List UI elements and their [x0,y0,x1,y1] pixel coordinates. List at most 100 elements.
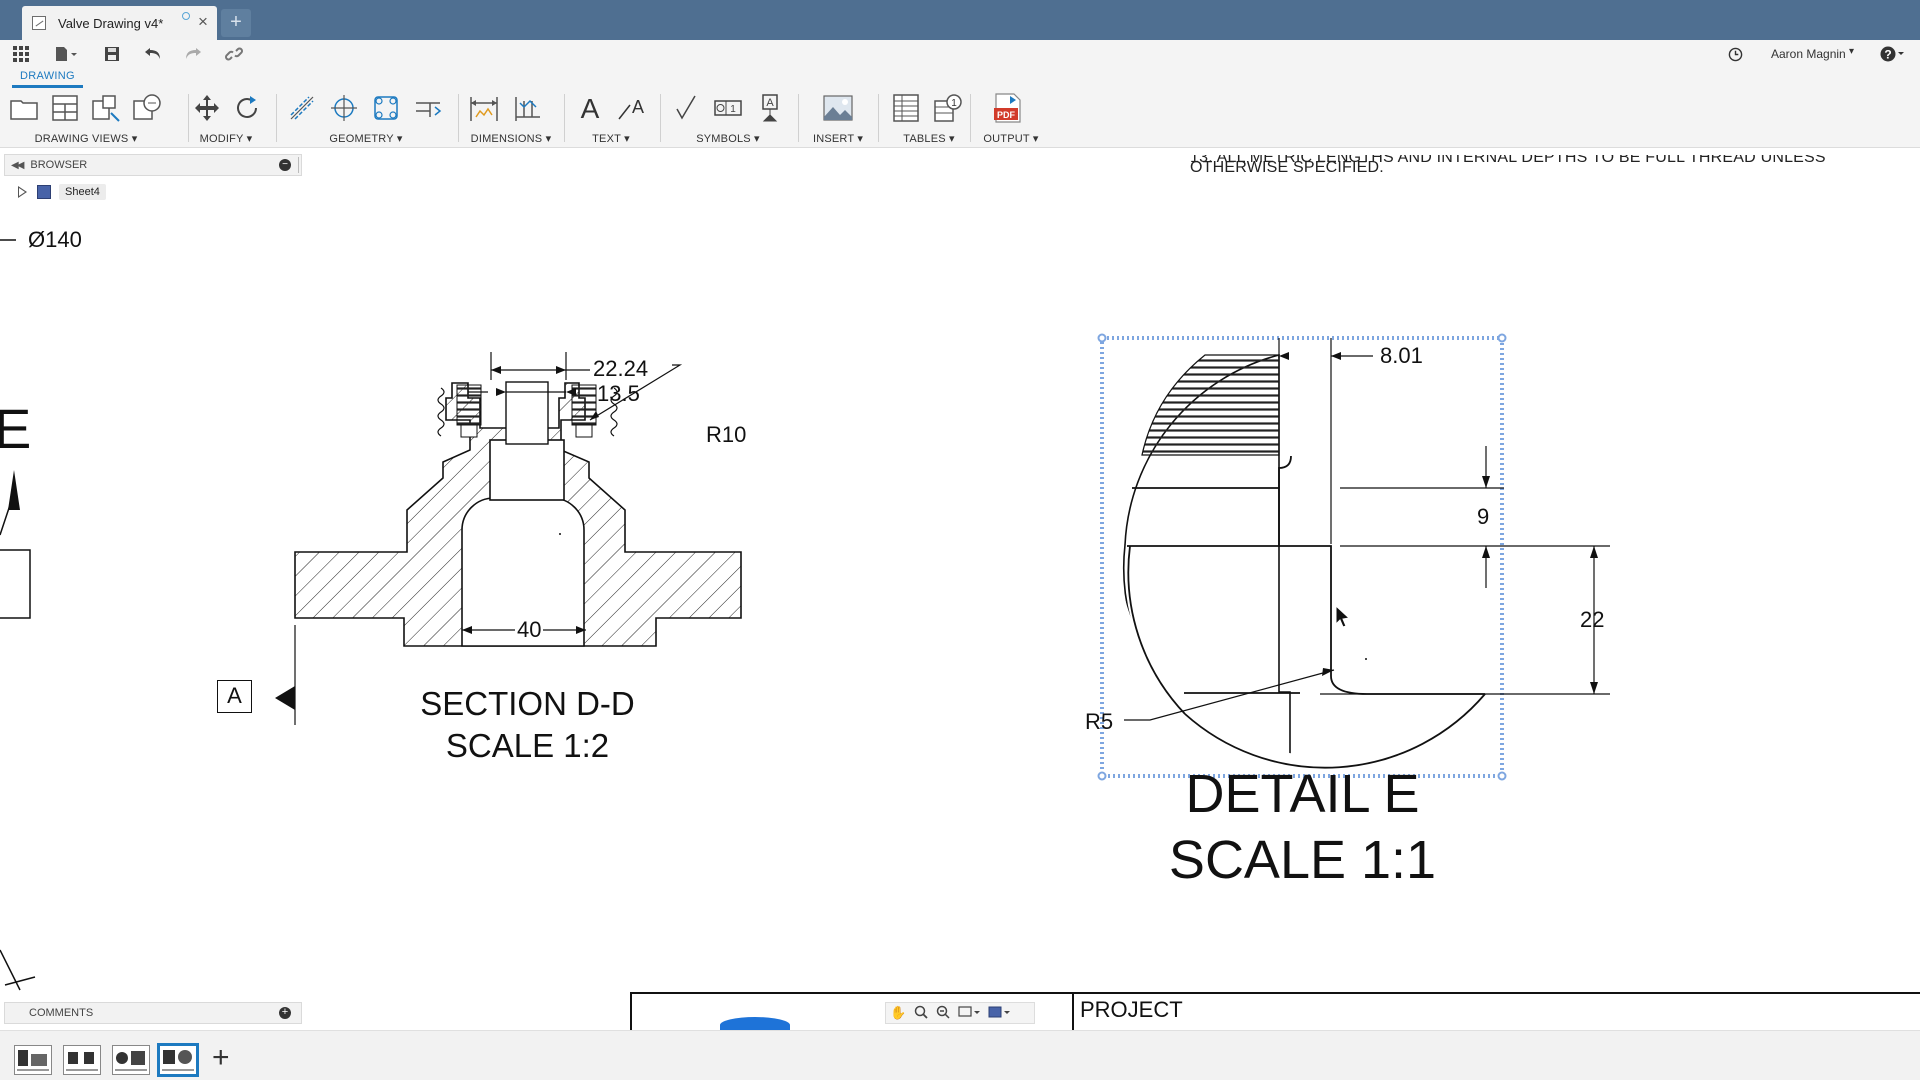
ribbon-separator [276,94,277,142]
datum-identifier-icon[interactable]: A [752,90,788,126]
svg-text:A: A [632,97,644,117]
balloon-table-icon[interactable]: 1 [930,90,966,126]
center-mark-pattern-icon[interactable] [368,90,404,126]
detail-view-icon[interactable] [131,90,167,126]
panel-resize-handle[interactable] [298,157,301,173]
add-comment-icon[interactable]: + [279,1007,291,1019]
modify-menu[interactable]: MODIFY ▾ [188,132,264,145]
dimension-9[interactable]: 9 [1477,504,1489,530]
section-view-icon[interactable] [89,90,125,126]
text-icon[interactable]: A [572,90,608,126]
dimension-40[interactable]: 40 [515,617,544,643]
symbols-menu[interactable]: SYMBOLS ▾ [668,132,788,145]
dimensions-menu[interactable]: DIMENSIONS ▾ [466,132,556,145]
insert-image-icon[interactable] [820,90,856,126]
zoom-icon[interactable] [936,1005,950,1022]
sheet-thumbnail-3[interactable] [112,1045,150,1075]
zoom-window-icon[interactable] [914,1005,928,1022]
section-scale-line: SCALE 1:2 [445,727,610,764]
svg-text:A: A [581,93,600,123]
radius-dimension-r5[interactable]: R5 [1085,709,1113,735]
undo-icon[interactable] [142,42,164,66]
ribbon-separator [458,94,459,142]
radius-dimension-r10[interactable]: R10 [706,422,746,448]
title-block[interactable] [630,992,1920,1032]
display-settings-icon[interactable] [958,1005,981,1022]
view-label-letter: E [0,397,32,460]
job-status-clock-icon[interactable] [1724,42,1746,66]
diameter-dimension[interactable]: Ø140 [28,227,82,253]
dimension-13-5[interactable]: 13.5 [597,381,640,407]
new-tab-button[interactable]: + [221,9,251,37]
file-menu-icon[interactable] [50,42,82,66]
add-sheet-button[interactable]: + [212,1043,230,1073]
base-view-icon[interactable] [6,90,42,126]
browser-item-sheet[interactable]: Sheet4 [18,182,106,202]
text-menu[interactable]: TEXT ▾ [572,132,650,145]
sheet-thumbnail-2[interactable] [63,1045,101,1075]
user-menu-caret-icon[interactable]: ▾ [1849,46,1854,57]
collapse-panel-icon[interactable]: ◀◀ [11,160,24,171]
sheet-thumbnail-1[interactable] [14,1045,52,1075]
move-icon[interactable] [190,90,224,126]
surface-texture-icon[interactable] [668,90,704,126]
geometry-menu[interactable]: GEOMETRY ▾ [284,132,448,145]
rotate-icon[interactable] [230,90,264,126]
dimension-22[interactable]: 22 [1580,607,1604,633]
ordinate-dimension-icon[interactable] [508,90,544,126]
general-note-line: OTHERWISE SPECIFIED. [1190,159,1384,176]
quick-access-toolbar: Aaron Magnin ▾ ? [0,40,1920,68]
drawing-views-group: DRAWING VIEWS ▾ [6,90,166,146]
application-window: Valve Drawing v4* × + Aaron Magnin ▾ ? D… [0,0,1920,1080]
drawing-canvas[interactable]: 13. ALL METRIC LENGTHS AND INTERNAL DEPT… [0,149,1920,1033]
centerline-icon[interactable] [284,90,320,126]
close-tab-icon[interactable]: × [198,13,208,31]
comments-panel[interactable]: COMMENTS + [4,1002,302,1024]
section-view-label[interactable]: SECTION D-D SCALE 1:2 [350,683,705,767]
table-icon[interactable] [888,90,924,126]
dimension-22-24[interactable]: 22.24 [593,356,648,382]
edge-extension-icon[interactable] [410,90,446,126]
minimize-browser-icon[interactable]: − [279,159,291,171]
redo-icon[interactable] [182,42,204,66]
tab-drawing[interactable]: DRAWING [12,70,83,88]
insert-menu[interactable]: INSERT ▾ [806,132,870,145]
output-menu[interactable]: OUTPUT ▾ [978,132,1044,145]
link-icon[interactable] [222,42,246,66]
browser-panel[interactable]: ◀◀ BROWSER − [4,154,302,176]
tables-menu[interactable]: TABLES ▾ [884,132,974,145]
view-arrow [8,470,20,510]
sheet-thumbnail-4-active[interactable] [157,1043,199,1077]
pan-icon[interactable]: ✋ [890,1005,906,1021]
ribbon-separator [660,94,661,142]
expand-triangle-icon[interactable] [18,186,27,198]
dimension-8-01[interactable]: 8.01 [1380,343,1423,369]
svg-text:?: ? [1884,48,1891,62]
pdf-export-icon[interactable]: PDF [990,90,1026,126]
output-group: PDF OUTPUT ▾ [978,90,1044,146]
sheet-settings-icon[interactable] [988,1005,1011,1022]
detail-view-label[interactable]: DETAIL E SCALE 1:1 [1130,761,1475,893]
dimension-icon[interactable] [466,90,502,126]
user-account-name[interactable]: Aaron Magnin [1771,47,1846,61]
center-mark-icon[interactable] [326,90,362,126]
ribbon-separator [878,94,879,142]
symbols-group: 1 A SYMBOLS ▾ [668,90,788,146]
leader-text-icon[interactable]: A [614,90,650,126]
datum-identifier[interactable]: A [217,680,252,713]
feature-control-frame-icon[interactable]: 1 [710,90,746,126]
sheet-icon [37,185,51,199]
save-icon[interactable] [101,42,123,66]
help-icon[interactable]: ? [1878,42,1908,66]
app-grid-icon[interactable] [10,42,32,66]
drawing-views-menu[interactable]: DRAWING VIEWS ▾ [6,132,166,145]
projected-view-icon[interactable] [48,90,84,126]
document-tab-label: Valve Drawing v4* [58,15,164,31]
drawing-document-icon [32,16,46,30]
document-tab[interactable]: Valve Drawing v4* × [22,6,217,40]
title-block-divider [1072,992,1074,1032]
section-d-d-view [275,352,742,725]
ribbon-separator [798,94,799,142]
geometry-group: GEOMETRY ▾ [284,90,448,146]
svg-text:1: 1 [951,98,957,109]
